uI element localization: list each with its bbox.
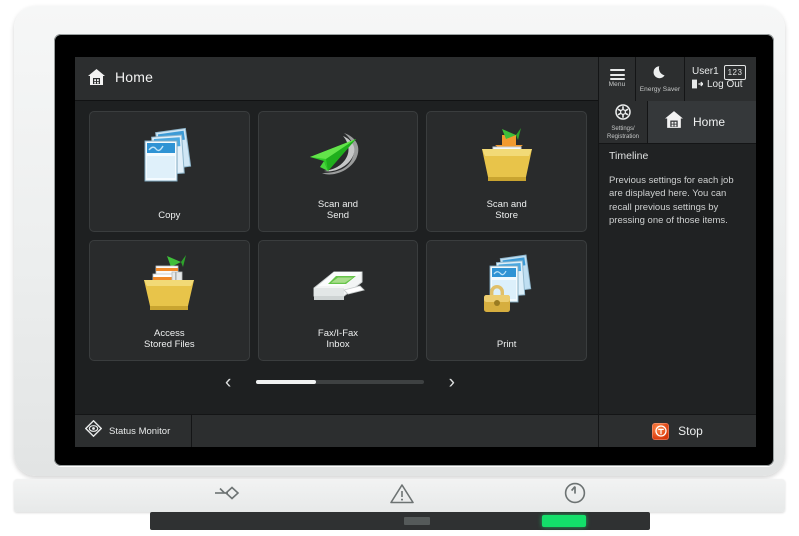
- gear-icon: [615, 104, 631, 125]
- tile-label: Scan and Store: [486, 198, 527, 222]
- page-title-label: Home: [115, 69, 154, 85]
- status-monitor-icon: [84, 419, 103, 442]
- top-bar: Home Menu Energy Saver User1 Log Out: [75, 57, 756, 101]
- next-page-button[interactable]: ›: [449, 373, 455, 392]
- page-title: Home: [87, 68, 153, 86]
- device-front-panel: [150, 512, 650, 530]
- status-bar: Status Monitor: [75, 414, 598, 447]
- bezel-control-strip: [14, 479, 785, 512]
- energy-saver-label: Energy Saver: [639, 85, 681, 93]
- tile-scan-and-send[interactable]: Scan and Send: [257, 111, 419, 232]
- timeline-panel[interactable]: Timeline Previous settings for each job …: [598, 144, 756, 414]
- energy-saver-button[interactable]: Energy Saver: [635, 57, 684, 101]
- menu-button-label: Menu: [608, 81, 626, 89]
- stop-label: Stop: [678, 424, 703, 438]
- status-led: [542, 515, 586, 527]
- documents-lock-icon: [427, 249, 586, 321]
- tile-print[interactable]: Print: [426, 240, 587, 361]
- status-monitor-button[interactable]: Status Monitor: [75, 414, 192, 447]
- function-tile-grid: Copy Scan and Send Scan and Store Access…: [89, 111, 587, 361]
- tile-fax-ifax-inbox[interactable]: Fax/I-Fax Inbox: [257, 240, 419, 361]
- timeline-description: Previous settings for each job are displ…: [609, 175, 734, 227]
- printer-device: Home Menu Energy Saver User1 Log Out Set…: [0, 0, 799, 536]
- data-job-indicator-icon[interactable]: [214, 483, 240, 508]
- panel-segment: [404, 517, 430, 525]
- box-files-icon: [90, 249, 249, 321]
- keypad-label: 123: [727, 68, 743, 77]
- page-progress-fill: [256, 380, 317, 384]
- tile-label: Copy: [158, 210, 181, 222]
- logout-label: Log Out: [707, 79, 743, 90]
- menu-button[interactable]: Menu: [598, 57, 635, 101]
- page-progress-track[interactable]: [256, 380, 424, 384]
- documents-stack-icon: [90, 120, 249, 192]
- tile-label: Print: [496, 339, 517, 351]
- touch-panel-ui: Home Menu Energy Saver User1 Log Out Set…: [75, 57, 756, 447]
- stop-icon: [652, 422, 670, 440]
- tile-label: Access Stored Files: [143, 327, 195, 351]
- logout-row: Log Out: [692, 79, 756, 92]
- warning-triangle-icon[interactable]: [389, 483, 414, 509]
- prev-page-button[interactable]: ‹: [225, 373, 231, 392]
- status-monitor-label: Status Monitor: [109, 425, 171, 437]
- box-inbound-icon: [427, 120, 586, 192]
- settings-label-line1: Settings/: [611, 126, 635, 133]
- power-button-icon[interactable]: [564, 482, 586, 509]
- home-tab-label: Home: [693, 115, 726, 129]
- settings-label-line2: Registration: [606, 133, 639, 140]
- tile-label: Scan and Send: [317, 198, 359, 222]
- hamburger-icon: [609, 69, 625, 81]
- screen-inset: Home Menu Energy Saver User1 Log Out Set…: [54, 34, 774, 466]
- timeline-heading: Timeline: [609, 150, 649, 162]
- fax-machine-icon: [259, 249, 418, 321]
- tile-access-stored-files[interactable]: Access Stored Files: [89, 240, 250, 361]
- home-icon: [664, 110, 684, 134]
- tile-label: Fax/I-Fax Inbox: [317, 327, 359, 351]
- numeric-keypad-icon[interactable]: 123: [724, 65, 746, 80]
- home-tab-button[interactable]: Home: [647, 101, 756, 144]
- stop-button[interactable]: Stop: [598, 414, 756, 447]
- paper-plane-icon: [259, 120, 418, 192]
- logout-icon: [692, 79, 704, 92]
- page-navigator: ‹ ›: [225, 369, 455, 395]
- settings-registration-button[interactable]: Settings/ Registration: [598, 101, 647, 144]
- device-bezel: Home Menu Energy Saver User1 Log Out Set…: [14, 6, 785, 476]
- secondary-toolbar: Settings/ Registration Home: [598, 101, 756, 144]
- moon-icon: [653, 65, 668, 85]
- home-icon: [87, 68, 106, 86]
- tile-scan-and-store[interactable]: Scan and Store: [426, 111, 587, 232]
- tile-copy[interactable]: Copy: [89, 111, 250, 232]
